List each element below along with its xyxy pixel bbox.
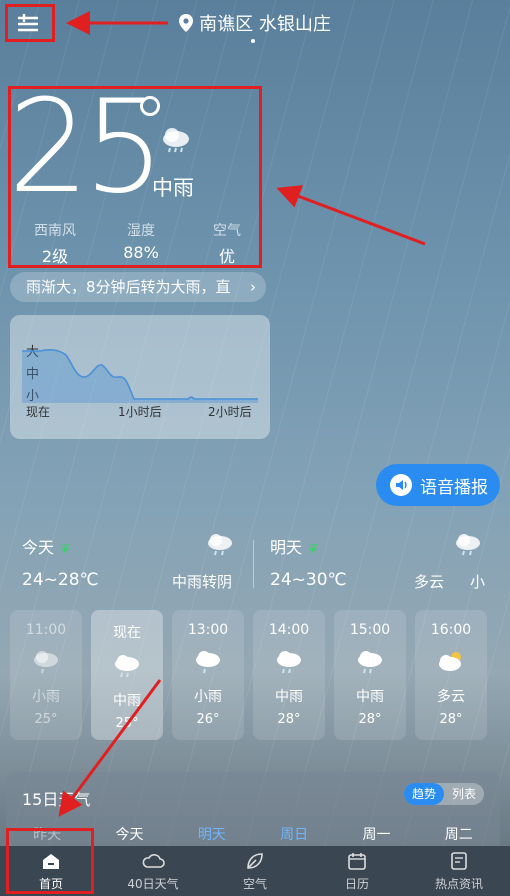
nav-news[interactable]: 热点资讯: [408, 846, 510, 896]
rain-alert-bar[interactable]: 雨渐大，8分钟后转为大雨，直 ›: [10, 272, 266, 302]
day-header[interactable]: 周日: [253, 824, 335, 844]
nav-label: 热点资讯: [434, 877, 483, 891]
hour-condition: 小雨: [194, 689, 222, 705]
rain-cloud-icon: [208, 534, 232, 556]
hour-temp: 25°: [34, 712, 58, 727]
nav-calendar[interactable]: 日历: [306, 846, 408, 896]
day-header[interactable]: 今天: [88, 824, 170, 844]
leaf-icon: ❦: [308, 542, 319, 557]
hour-time: 15:00: [349, 622, 391, 638]
hour-condition: 小雨: [32, 689, 60, 705]
nav-label: 40日天气: [127, 877, 179, 891]
hour-temp: 28°: [277, 712, 301, 727]
nav-air[interactable]: 空气: [204, 846, 306, 896]
hour-temp: 26°: [196, 712, 220, 727]
light-rain-icon: [172, 648, 244, 678]
today-label[interactable]: 今天 ❦: [22, 534, 71, 558]
precip-tick-now: 现在: [26, 405, 51, 419]
annotation-box-home: [6, 828, 94, 894]
location-pin-icon: [179, 14, 194, 32]
toggle-trend[interactable]: 趋势: [403, 783, 444, 805]
day-header[interactable]: 周二: [418, 824, 500, 844]
hour-temp: 25°: [115, 716, 139, 731]
day-divider: [253, 540, 254, 588]
fifteen-day-title: 15日天气: [22, 790, 91, 809]
hour-card[interactable]: 15:00 中雨 28°: [334, 610, 406, 740]
hour-time: 现在: [113, 625, 141, 641]
annotation-box-menu: [5, 4, 55, 42]
chevron-right-icon: ›: [250, 278, 256, 296]
moderate-rain-icon: [334, 648, 406, 678]
tomorrow-condition-tail: 小: [470, 573, 486, 591]
partly-cloudy-icon: [415, 648, 487, 678]
location-name: 南谯区 水银山庄: [199, 14, 331, 35]
hour-card[interactable]: 14:00 中雨 28°: [253, 610, 325, 740]
speaker-icon: [390, 474, 412, 496]
tomorrow-temp: 24~30℃: [270, 570, 347, 590]
voice-broadcast-label: 语音播报: [420, 477, 488, 498]
annotation-box-current: [8, 86, 262, 268]
hour-card[interactable]: 13:00 小雨 26°: [172, 610, 244, 740]
day-header[interactable]: 明天: [171, 824, 253, 844]
day-header[interactable]: 周一: [335, 824, 417, 844]
nav-label: 空气: [242, 877, 267, 891]
nav-label: 日历: [344, 877, 369, 891]
hour-condition: 中雨: [356, 689, 384, 705]
news-icon: [451, 852, 467, 870]
hour-time: 11:00: [25, 622, 67, 638]
hour-condition: 中雨: [113, 693, 141, 709]
hour-condition: 多云: [437, 689, 465, 705]
hour-card-current[interactable]: 现在 中雨 25°: [91, 610, 163, 740]
hour-temp: 28°: [439, 712, 463, 727]
moderate-rain-icon: [253, 648, 325, 678]
rain-cloud-icon: [456, 534, 480, 556]
light-rain-icon: [10, 648, 82, 678]
hour-time: 16:00: [430, 622, 472, 638]
today-label-text: 今天: [22, 538, 55, 557]
hour-card[interactable]: 11:00 小雨 25°: [10, 610, 82, 740]
location-selector[interactable]: 南谯区 水银山庄: [0, 10, 510, 36]
hourly-forecast[interactable]: 11:00 小雨 25° 现在 中雨 25° 13:00 小雨 26° 14:0…: [10, 610, 487, 740]
precipitation-curve: [22, 349, 258, 403]
leaf-outline-icon: [247, 853, 263, 869]
precip-tick-2h: 2小时后: [208, 405, 252, 419]
voice-broadcast-button[interactable]: 语音播报: [376, 464, 500, 506]
leaf-icon: ❦: [60, 542, 71, 557]
tomorrow-label-text: 明天: [270, 538, 303, 557]
rain-alert-text: 雨渐大，8分钟后转为大雨，直: [26, 278, 231, 296]
toggle-list[interactable]: 列表: [444, 783, 484, 805]
view-toggle[interactable]: 趋势 列表: [403, 783, 484, 805]
hour-time: 14:00: [268, 622, 310, 638]
tomorrow-label[interactable]: 明天 ❦: [270, 534, 319, 558]
tomorrow-condition: 多云: [414, 573, 445, 591]
calendar-icon: [348, 853, 366, 870]
hour-temp: 28°: [358, 712, 382, 727]
today-temp: 24~28℃: [22, 570, 99, 590]
nav-40day[interactable]: 40日天气: [102, 846, 204, 896]
precipitation-card[interactable]: 大 中 小 现在 1小时后 2小时后: [10, 315, 270, 439]
hour-card[interactable]: 16:00 多云 28°: [415, 610, 487, 740]
page-indicator-dot: [251, 39, 255, 43]
today-condition: 中雨转阴: [172, 573, 233, 591]
precip-tick-1h: 1小时后: [118, 405, 162, 419]
cloud-icon: [142, 854, 165, 868]
moderate-rain-icon: [91, 652, 163, 682]
hour-condition: 中雨: [275, 689, 303, 705]
hour-time: 13:00: [187, 622, 229, 638]
